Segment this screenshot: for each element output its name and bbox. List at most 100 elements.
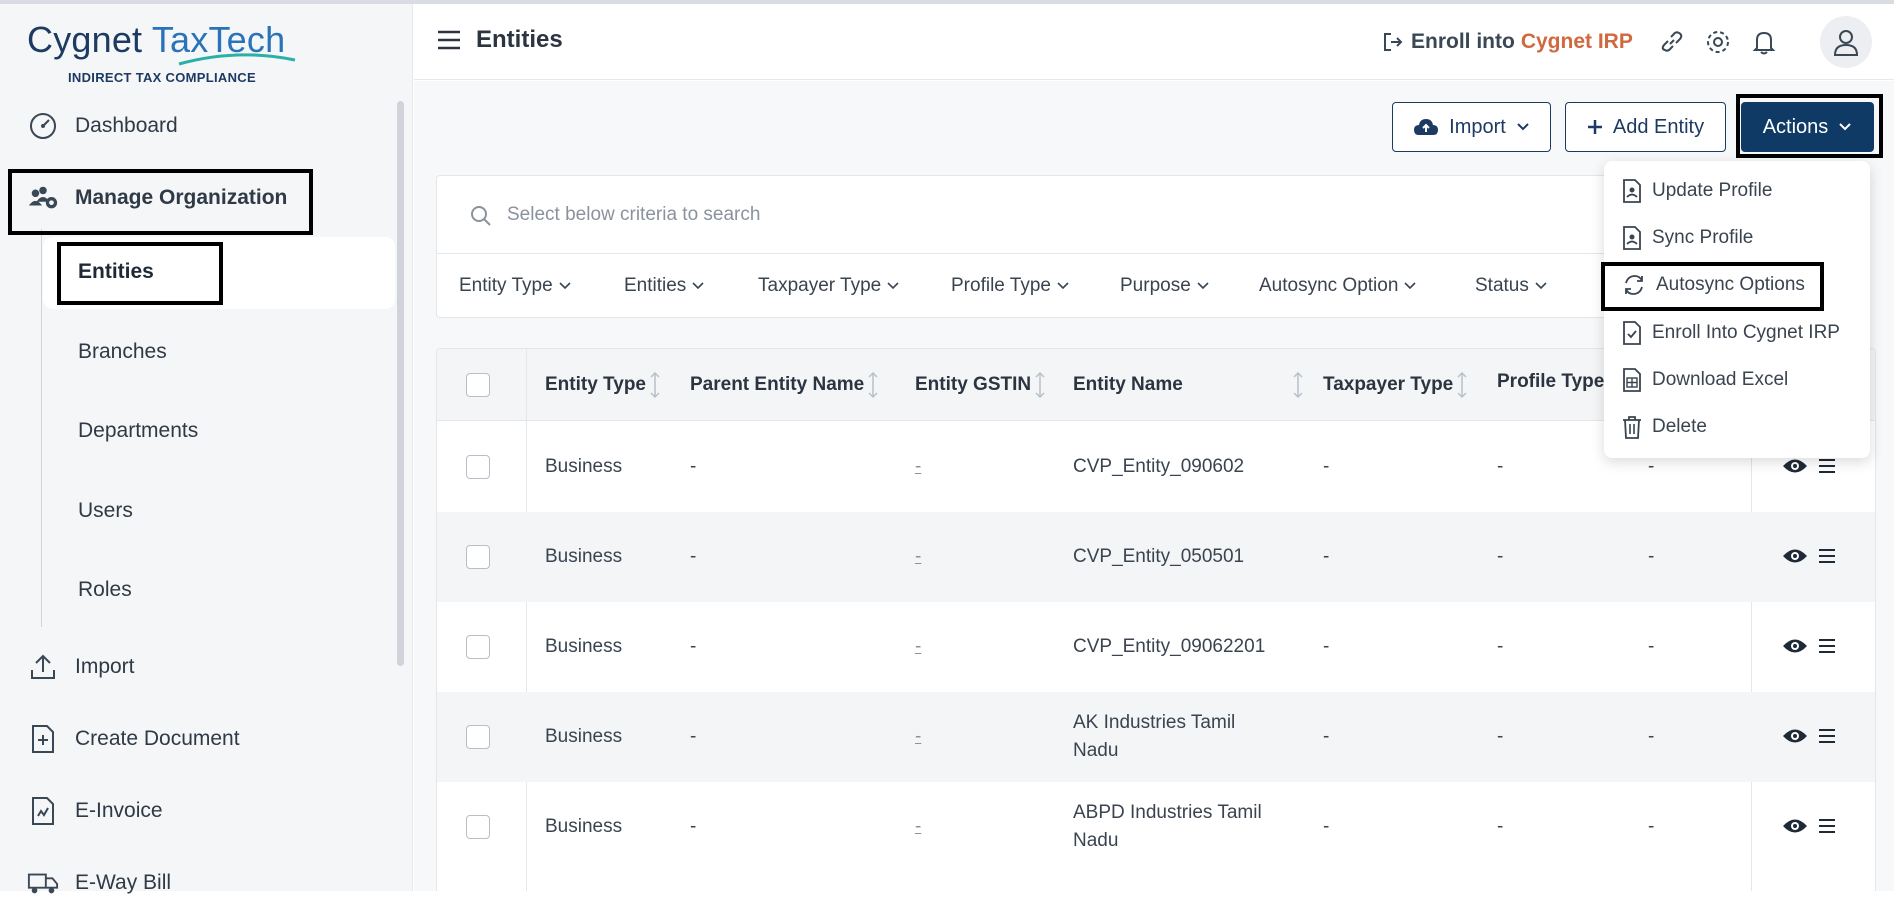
- menu-item-label: Sync Profile: [1652, 227, 1754, 248]
- search-icon: [471, 206, 491, 226]
- hamburger-menu-icon[interactable]: [436, 28, 462, 52]
- sidebar-subitem-users[interactable]: Users: [78, 499, 133, 523]
- import-button[interactable]: Import: [1392, 102, 1551, 152]
- select-all-checkbox[interactable]: [466, 373, 490, 397]
- eye-icon[interactable]: [1782, 637, 1808, 655]
- menu-item-delete[interactable]: Delete: [1622, 412, 1707, 442]
- import-label: Import: [1449, 115, 1506, 138]
- cell-taxpayer: -: [1323, 726, 1330, 747]
- sign-in-icon: [1384, 33, 1403, 51]
- filter-entities[interactable]: Entities: [624, 275, 704, 297]
- column-taxpayer-type[interactable]: Taxpayer Type: [1323, 371, 1469, 399]
- eye-icon[interactable]: [1782, 727, 1808, 745]
- trash-icon: [1623, 416, 1641, 439]
- sort-icon[interactable]: [1033, 371, 1047, 399]
- sidebar-scrollbar[interactable]: [397, 101, 404, 666]
- sort-icon[interactable]: [648, 371, 662, 399]
- chevron-down-icon: [1517, 123, 1529, 131]
- row-checkbox[interactable]: [466, 635, 490, 659]
- filter-status[interactable]: Status: [1475, 275, 1547, 297]
- highlight-box-manage-organization: [8, 169, 313, 235]
- filter-entity-type[interactable]: Entity Type: [459, 275, 571, 297]
- cell-entity-name: CVP_Entity_090602: [1073, 456, 1245, 477]
- menu-item-download-excel[interactable]: Download Excel: [1622, 365, 1788, 395]
- sort-icon[interactable]: [866, 371, 880, 399]
- highlight-box-entities: [57, 242, 223, 305]
- page-title: Entities: [476, 26, 563, 53]
- sidebar-item-e-invoice[interactable]: E-Invoice: [27, 793, 163, 829]
- table-row[interactable]: Business - - AK Industries Tamil Nadu - …: [437, 692, 1875, 782]
- filter-label: Entities: [624, 275, 687, 296]
- logo-tagline: INDIRECT TAX COMPLIANCE: [68, 70, 256, 85]
- sidebar-subitem-roles[interactable]: Roles: [78, 578, 132, 602]
- column-profile-type[interactable]: Profile Type: [1497, 371, 1604, 393]
- gear-icon[interactable]: [1704, 28, 1732, 56]
- column-entity-type[interactable]: Entity Type: [545, 371, 662, 399]
- cell-entity-type: Business: [545, 726, 623, 747]
- table-row[interactable]: Business - - CVP_Entity_050501 - - -: [437, 512, 1875, 602]
- table-row[interactable]: Business - - CVP_Entity_09062201 - - -: [437, 602, 1875, 692]
- cell-gstin[interactable]: -: [915, 453, 921, 481]
- row-menu-icon[interactable]: [1818, 638, 1836, 654]
- eye-icon[interactable]: [1782, 547, 1808, 565]
- row-menu-icon[interactable]: [1818, 728, 1836, 744]
- sidebar-item-dashboard[interactable]: Dashboard: [27, 108, 178, 144]
- cell-gstin[interactable]: -: [915, 543, 921, 571]
- cell-taxpayer: -: [1323, 456, 1330, 477]
- link-icon[interactable]: [1658, 28, 1686, 56]
- cell-entity-name: ABPD Industries Tamil Nadu: [1073, 802, 1262, 851]
- sort-icon[interactable]: [1291, 371, 1305, 399]
- menu-item-label: Download Excel: [1652, 369, 1789, 390]
- highlight-box-autosync-options: [1601, 262, 1824, 311]
- eye-icon[interactable]: [1782, 817, 1808, 835]
- row-checkbox[interactable]: [466, 725, 490, 749]
- user-avatar[interactable]: [1820, 16, 1872, 68]
- search-input[interactable]: [507, 196, 1407, 234]
- cell-gstin[interactable]: -: [915, 813, 921, 841]
- filter-label: Purpose: [1120, 275, 1191, 296]
- filter-autosync-option[interactable]: Autosync Option: [1259, 275, 1416, 297]
- sidebar-item-create-document[interactable]: Create Document: [27, 721, 240, 757]
- sidebar-item-e-way-bill[interactable]: E-Way Bill: [27, 865, 171, 901]
- cell-extra: -: [1648, 636, 1655, 657]
- user-icon: [1833, 30, 1859, 56]
- filter-taxpayer-type[interactable]: Taxpayer Type: [758, 275, 899, 297]
- eye-icon[interactable]: [1782, 457, 1808, 475]
- row-checkbox[interactable]: [466, 815, 490, 839]
- cell-parent: -: [690, 816, 697, 837]
- row-menu-icon[interactable]: [1818, 548, 1836, 564]
- table-row[interactable]: Business - - ABPD Industries Tamil Nadu …: [437, 782, 1875, 872]
- profile-document-icon: [1623, 179, 1641, 203]
- truck-icon: [27, 867, 59, 899]
- row-checkbox[interactable]: [466, 455, 490, 479]
- enroll-irp-link[interactable]: Enroll into Cygnet IRP: [1381, 30, 1633, 54]
- cell-gstin[interactable]: -: [915, 723, 921, 751]
- sidebar-subitem-departments[interactable]: Departments: [78, 419, 198, 443]
- menu-item-update-profile[interactable]: Update Profile: [1622, 176, 1772, 206]
- chevron-down-icon: [692, 282, 704, 290]
- sidebar-item-label: E-Way Bill: [75, 871, 172, 894]
- row-menu-icon[interactable]: [1818, 818, 1836, 834]
- filter-label: Autosync Option: [1259, 275, 1399, 296]
- cell-gstin[interactable]: -: [915, 633, 921, 661]
- row-checkbox[interactable]: [466, 545, 490, 569]
- column-entity-name[interactable]: Entity Name: [1073, 371, 1305, 399]
- logo: Cygnet TaxTech INDIRECT TAX COMPLIANCE: [27, 19, 296, 85]
- column-parent-entity-name[interactable]: Parent Entity Name: [690, 371, 880, 399]
- sort-icon[interactable]: [1455, 371, 1469, 399]
- filter-purpose[interactable]: Purpose: [1120, 275, 1209, 297]
- sidebar-item-label: Import: [75, 655, 135, 678]
- sidebar-subitem-branches[interactable]: Branches: [78, 340, 167, 364]
- sidebar-item-import[interactable]: Import: [27, 649, 135, 685]
- invoice-icon: [27, 795, 59, 827]
- menu-item-enroll-cygnet-irp[interactable]: Enroll Into Cygnet IRP: [1622, 318, 1840, 348]
- row-menu-icon[interactable]: [1818, 458, 1836, 474]
- add-entity-button[interactable]: Add Entity: [1565, 102, 1726, 152]
- cell-extra: -: [1648, 546, 1655, 567]
- logo-brand-main: Cygnet: [27, 19, 143, 60]
- enroll-accent: Cygnet IRP: [1520, 30, 1633, 53]
- column-entity-gstin[interactable]: Entity GSTIN: [915, 371, 1047, 399]
- menu-item-sync-profile[interactable]: Sync Profile: [1622, 223, 1753, 253]
- filter-profile-type[interactable]: Profile Type: [951, 275, 1069, 297]
- bell-icon[interactable]: [1750, 28, 1778, 56]
